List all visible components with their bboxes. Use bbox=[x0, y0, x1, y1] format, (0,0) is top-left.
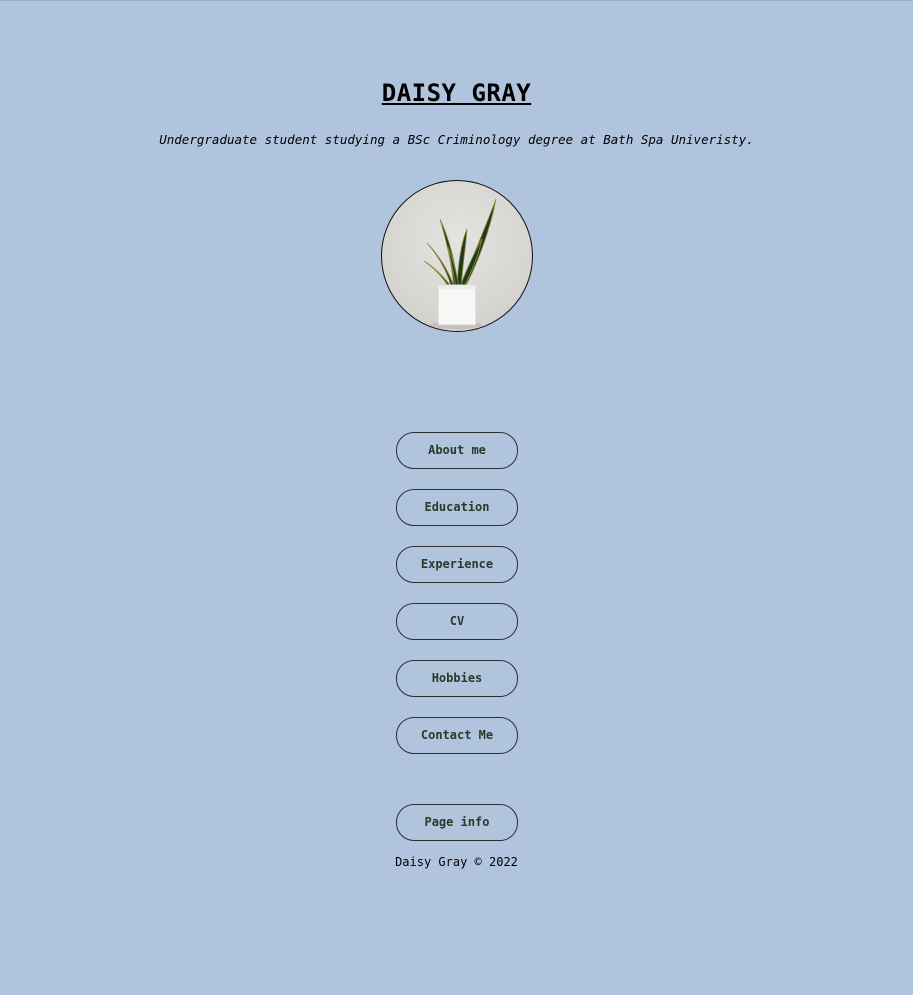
education-button[interactable]: Education bbox=[396, 489, 518, 526]
cv-button[interactable]: CV bbox=[396, 603, 518, 640]
snake-plant-icon bbox=[423, 198, 497, 329]
footer-copyright: Daisy Gray © 2022 bbox=[395, 855, 518, 869]
page-info-button[interactable]: Page info bbox=[396, 804, 518, 841]
hobbies-button[interactable]: Hobbies bbox=[396, 660, 518, 697]
page-title: DAISY GRAY bbox=[381, 79, 532, 107]
about-me-button[interactable]: About me bbox=[396, 432, 518, 469]
contact-me-button[interactable]: Contact Me bbox=[396, 717, 518, 754]
profile-photo bbox=[381, 180, 533, 332]
experience-button[interactable]: Experience bbox=[396, 546, 518, 583]
tagline: Undergraduate student studying a BSc Cri… bbox=[159, 132, 754, 147]
top-border bbox=[0, 0, 916, 1]
